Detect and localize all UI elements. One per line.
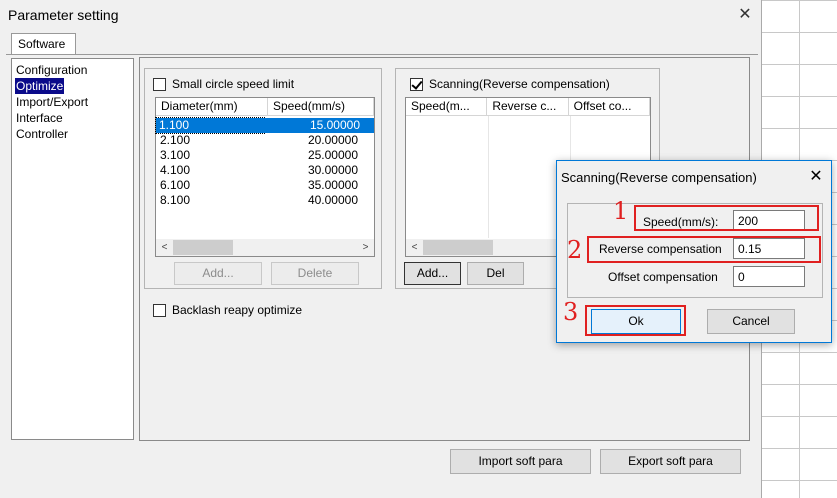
small-circle-group: Small circle speed limit Diameter(mm) Sp…	[144, 68, 382, 289]
table-row[interactable]: 6.100 35.00000	[156, 178, 374, 193]
table-row[interactable]: 4.100 30.00000	[156, 163, 374, 178]
table-header: Diameter(mm) Speed(mm/s)	[156, 98, 374, 116]
dialog-title: Scanning(Reverse compensation)	[561, 170, 757, 185]
annotation-box-speed	[634, 205, 819, 231]
column-header-reverse[interactable]: Reverse c...	[487, 98, 569, 115]
dialog-close-icon[interactable]: ✕	[807, 166, 825, 186]
column-header-diameter[interactable]: Diameter(mm)	[156, 98, 268, 115]
scroll-thumb[interactable]	[423, 240, 493, 255]
table-header: Speed(m... Reverse c... Offset co...	[406, 98, 650, 116]
small-circle-add-button[interactable]: Add...	[174, 262, 262, 285]
scanning-del-button[interactable]: Del	[467, 262, 524, 285]
column-header-offset[interactable]: Offset co...	[569, 98, 650, 115]
offset-compensation-input[interactable]: 0	[733, 266, 805, 287]
table-cell-speed: 35.00000	[307, 178, 358, 192]
backlash-checkbox-label: Backlash reapy optimize	[172, 303, 303, 317]
table-row[interactable]: 3.100 25.00000	[156, 148, 374, 163]
small-circle-hscrollbar[interactable]: < >	[156, 239, 374, 256]
table-cell-speed: 20.00000	[307, 133, 358, 147]
table-cell-speed: 15.00000	[264, 118, 374, 133]
table-cell-diameter: 3.100	[160, 148, 191, 162]
cancel-button[interactable]: Cancel	[707, 309, 795, 334]
grid-line	[488, 116, 489, 238]
table-cell-speed: 40.00000	[307, 193, 358, 207]
sidebar-item-import-export[interactable]: Import/Export	[15, 94, 89, 110]
small-circle-checkbox-row[interactable]: Small circle speed limit	[153, 77, 294, 91]
column-header-speed[interactable]: Speed(m...	[406, 98, 488, 115]
import-soft-para-button[interactable]: Import soft para	[450, 449, 591, 474]
window-title: Parameter setting	[8, 7, 119, 23]
scroll-left-icon[interactable]: <	[406, 242, 423, 253]
column-header-speed[interactable]: Speed(mm/s)	[268, 98, 374, 115]
sidebar-item-controller[interactable]: Controller	[15, 126, 69, 142]
table-cell-speed: 25.00000	[307, 148, 358, 162]
window-close-icon[interactable]: ✕	[736, 4, 754, 24]
tab-software[interactable]: Software	[11, 33, 76, 55]
table-cell-speed: 30.00000	[307, 163, 358, 177]
scroll-thumb[interactable]	[173, 240, 233, 255]
table-cell-diameter: 8.100	[160, 193, 191, 207]
table-row[interactable]: 1.100 15.00000	[155, 117, 374, 134]
annotation-marker-1: 1	[613, 197, 629, 225]
scroll-left-icon[interactable]: <	[156, 242, 173, 253]
sidebar-item-configuration[interactable]: Configuration	[15, 62, 88, 78]
annotation-marker-2: 2	[567, 236, 583, 264]
offset-compensation-label: Offset compensation	[608, 270, 718, 284]
scanning-add-button[interactable]: Add...	[404, 262, 461, 285]
annotation-marker-3: 3	[563, 298, 579, 326]
scanning-checkbox-label: Scanning(Reverse compensation)	[429, 77, 610, 91]
annotation-box-ok	[585, 305, 686, 336]
small-circle-checkbox[interactable]	[153, 77, 166, 91]
small-circle-table[interactable]: Diameter(mm) Speed(mm/s) 1.100 15.00000 …	[155, 97, 375, 257]
tab-divider	[6, 54, 758, 55]
backlash-checkbox[interactable]	[153, 303, 166, 317]
small-circle-checkbox-label: Small circle speed limit	[172, 77, 295, 91]
table-body: 1.100 15.00000 2.100 20.00000 3.100 25.0…	[155, 116, 374, 208]
annotation-box-reverse	[587, 236, 821, 263]
table-cell-diameter: 2.100	[160, 133, 191, 147]
scroll-right-icon[interactable]: >	[357, 242, 374, 253]
sidebar-item-optimize[interactable]: Optimize	[13, 77, 66, 95]
sidebar-item-interface[interactable]: Interface	[15, 110, 64, 126]
small-circle-delete-button[interactable]: Delete	[271, 262, 359, 285]
sidebar-list: Configuration Optimize Import/Export Int…	[11, 58, 134, 440]
export-soft-para-button[interactable]: Export soft para	[600, 449, 741, 474]
table-cell-diameter: 1.100	[155, 117, 265, 134]
table-cell-diameter: 6.100	[160, 178, 191, 192]
backlash-checkbox-row[interactable]: Backlash reapy optimize	[153, 303, 302, 317]
table-row[interactable]: 8.100 40.00000	[156, 193, 374, 208]
scanning-checkbox[interactable]	[410, 77, 423, 91]
scanning-checkbox-row[interactable]: Scanning(Reverse compensation)	[410, 77, 610, 91]
table-cell-diameter: 4.100	[160, 163, 191, 177]
table-row[interactable]: 2.100 20.00000	[156, 133, 374, 148]
